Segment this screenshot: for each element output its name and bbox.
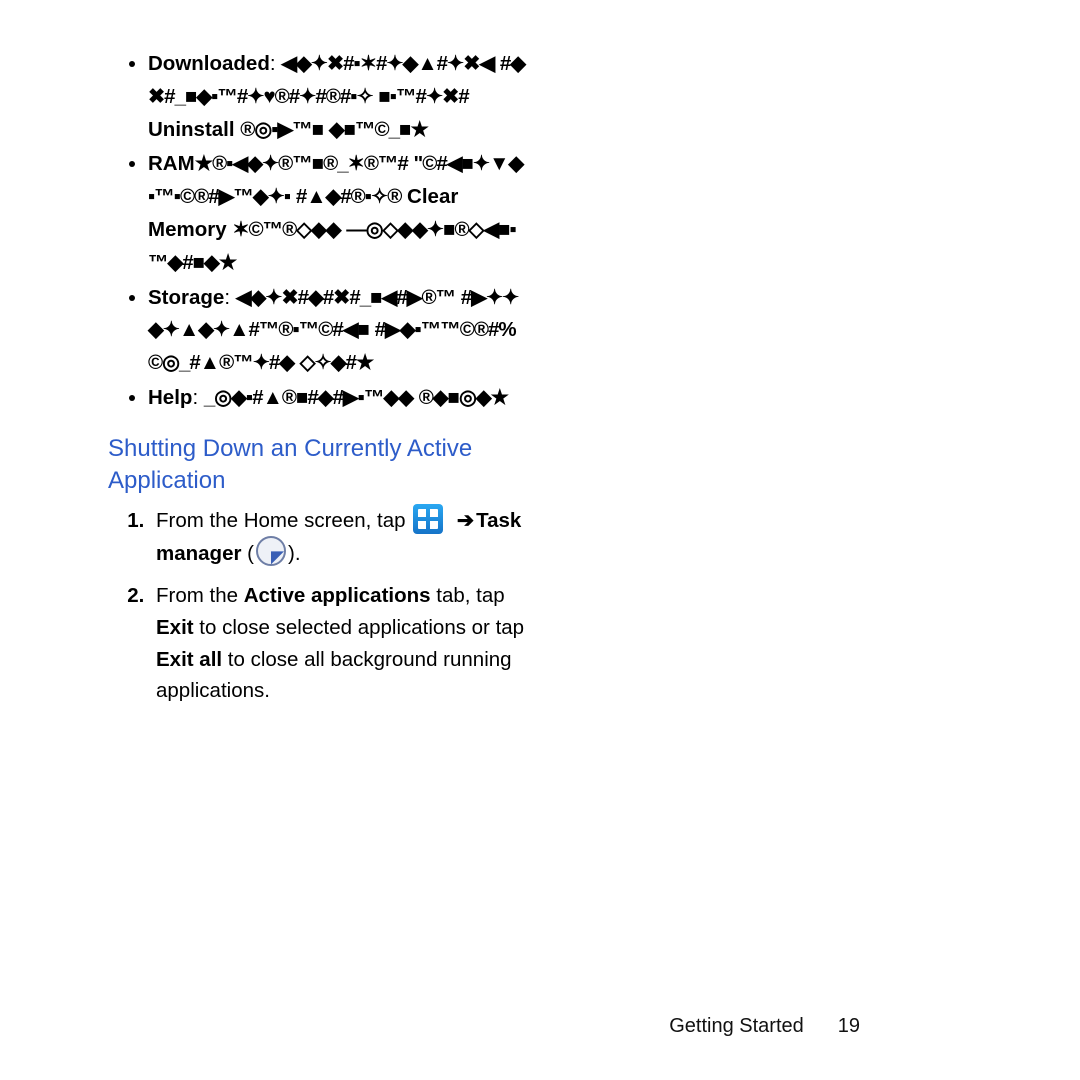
glyph-text: ★®▪◀◆✦®™■®_✶®™# xyxy=(195,152,408,175)
list-item-downloaded: Downloaded: ◀◆✦✖#▪✶#✦◆▲#✦✖◀ #◆✖#_■◆▪™#✦♥… xyxy=(148,48,528,146)
step-1: From the Home screen, tap ➔Task manager … xyxy=(150,504,528,571)
ram-label: RAM xyxy=(148,152,195,175)
glyph-text: _◎◆▪#▲®■#◆#▶▪™◆◆ xyxy=(204,386,413,409)
steps-list: From the Home screen, tap ➔Task manager … xyxy=(122,504,528,708)
tabs-list: Downloaded: ◀◆✦✖#▪✶#✦◆▲#✦✖◀ #◆✖#_■◆▪™#✦♥… xyxy=(132,48,528,415)
step1-text-a: From the Home screen, tap xyxy=(156,509,406,532)
step2-text-e: to close selected applications or tap xyxy=(194,616,524,639)
manual-page: Downloaded: ◀◆✦✖#▪✶#✦◆▲#✦✖◀ #◆✖#_■◆▪™#✦♥… xyxy=(0,0,1080,1080)
active-applications-label: Active applications xyxy=(244,584,431,607)
step2-text-a: From the xyxy=(156,584,244,607)
list-item-ram: RAM★®▪◀◆✦®™■®_✶®™# "©#◀■✦▼◆▪™▪©®#▶™◆✦▪ #… xyxy=(148,148,528,279)
glyph-text: #▲◆#®▪✧® xyxy=(296,185,402,208)
exit-all-label: Exit all xyxy=(156,648,222,671)
content-column: Downloaded: ◀◆✦✖#▪✶#✦◆▲#✦✖◀ #◆✖#_■◆▪™#✦♥… xyxy=(108,48,528,707)
step2-text-c: tab, tap xyxy=(431,584,505,607)
page-footer: Getting Started 19 xyxy=(669,1015,860,1038)
footer-page-number: 19 xyxy=(838,1015,860,1038)
list-item-storage: Storage: ◀◆✦✖#◆#✖#_■◀#▶®™ #▶✦✦◆✦▲◆✦▲#™®▪… xyxy=(148,282,528,380)
downloaded-label: Downloaded xyxy=(148,52,270,75)
colon-sep: : xyxy=(192,386,203,409)
glyph-text: ®◆■◎◆★ xyxy=(419,386,508,409)
paren-open: ( xyxy=(241,542,254,565)
glyph-text: ®◎▪▶™■ xyxy=(240,118,323,141)
apps-grid-icon xyxy=(413,504,443,534)
footer-section-title: Getting Started xyxy=(669,1015,804,1038)
glyph-text: ◀◆✦✖#▪✶#✦◆▲#✦✖◀ xyxy=(281,52,494,75)
arrow-right-icon: ➔ xyxy=(457,509,474,532)
glyph-text: ◆■™©_■★ xyxy=(329,118,428,141)
exit-label: Exit xyxy=(156,616,194,639)
glyph-text: ◀◆✦✖#◆#✖#_■◀#▶®™ xyxy=(236,286,455,309)
list-item-help: Help: _◎◆▪#▲®■#◆#▶▪™◆◆ ®◆■◎◆★ xyxy=(148,382,528,415)
glyph-text: ■▪™#✦✖# xyxy=(378,85,468,108)
colon-sep: : xyxy=(270,52,281,75)
help-label: Help xyxy=(148,386,192,409)
uninstall-action: Uninstall xyxy=(148,118,235,141)
colon-sep: : xyxy=(224,286,235,309)
section-heading: Shutting Down an Currently Active Applic… xyxy=(108,433,528,498)
step-2: From the Active applications tab, tap Ex… xyxy=(150,580,528,707)
paren-close: ). xyxy=(288,542,301,565)
task-manager-pie-icon xyxy=(256,536,286,566)
storage-label: Storage xyxy=(148,286,224,309)
glyph-text: ◇✧◆#★ xyxy=(300,351,374,374)
glyph-text: ✶©™®◇◆◆ xyxy=(232,218,340,241)
